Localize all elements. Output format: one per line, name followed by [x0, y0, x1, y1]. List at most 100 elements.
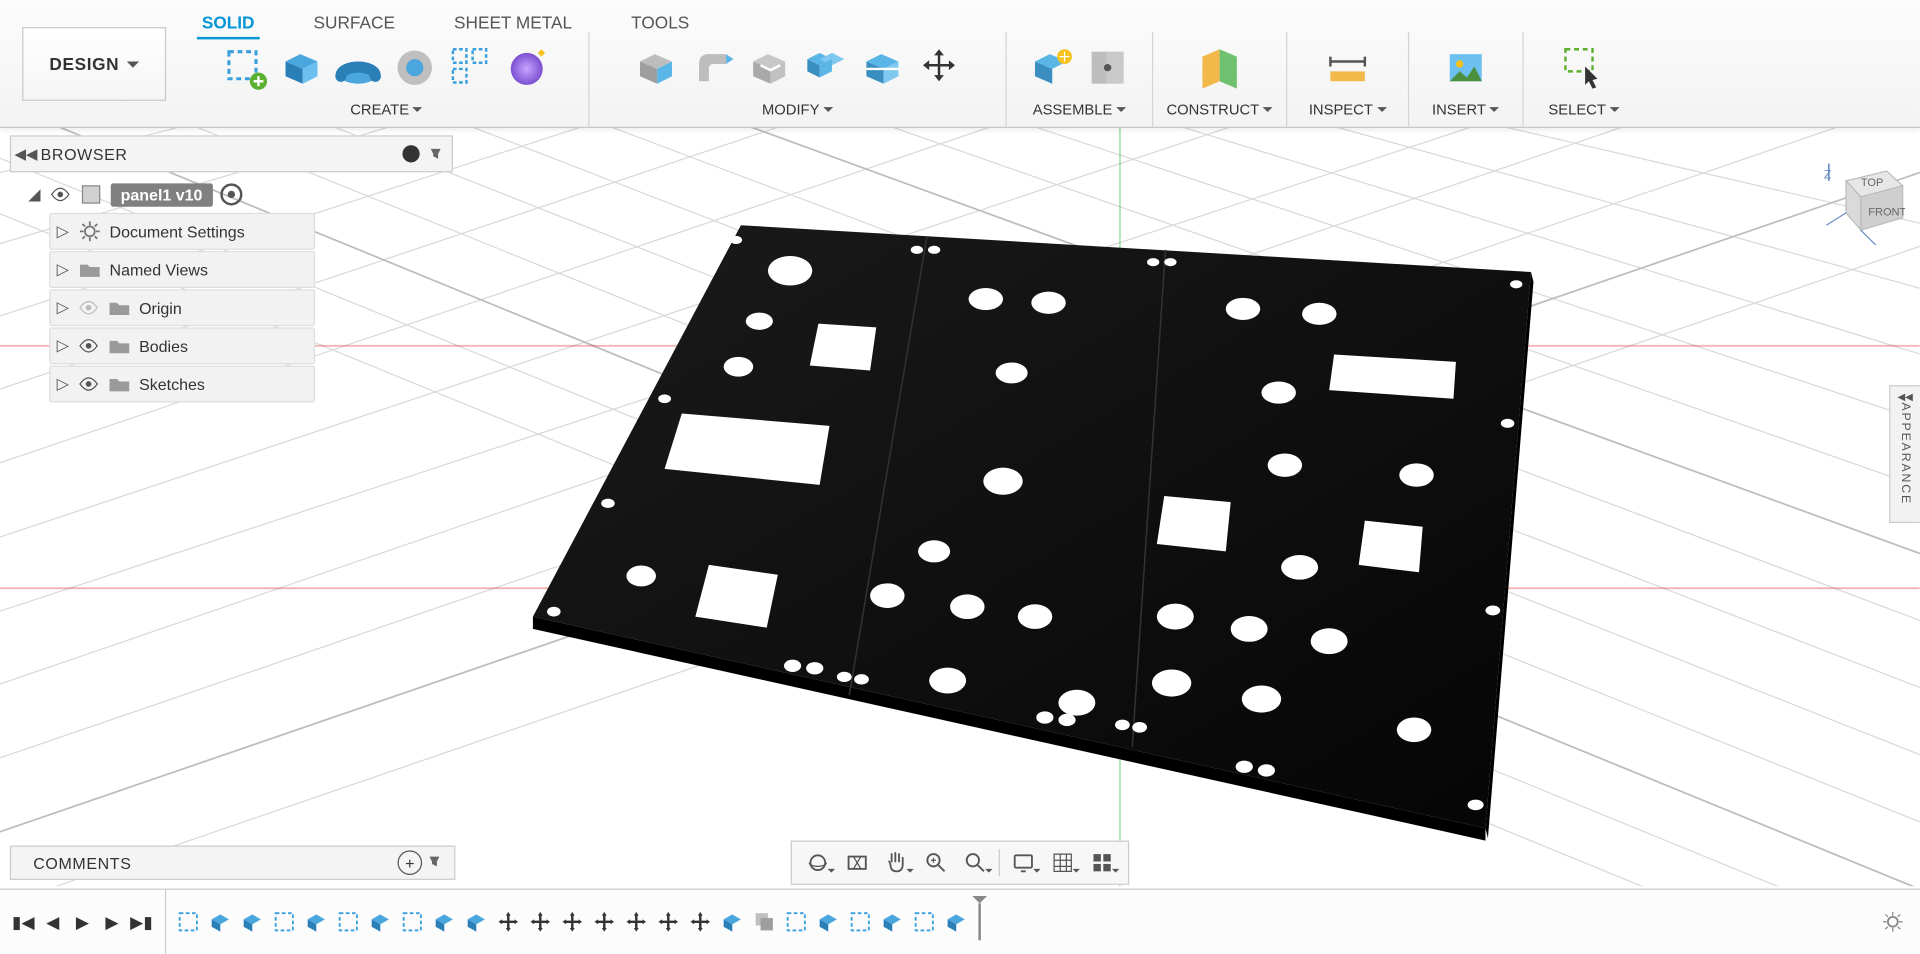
- browser-label: Bodies: [139, 337, 188, 355]
- comments-bar[interactable]: COMMENTS +: [10, 845, 456, 879]
- activate-radio-icon[interactable]: [220, 183, 242, 205]
- fillet-button[interactable]: [685, 41, 739, 95]
- appearance-tab-label: APPEARANCE: [1898, 403, 1912, 506]
- visibility-icon[interactable]: [49, 183, 71, 205]
- revolve-button[interactable]: [331, 41, 385, 95]
- timeline-settings-icon[interactable]: [1878, 907, 1908, 937]
- timeline-move-feature[interactable]: [654, 907, 684, 937]
- create-sketch-button[interactable]: [218, 41, 272, 95]
- browser-label: Named Views: [110, 260, 208, 278]
- browser-header[interactable]: ◀◀ BROWSER: [10, 135, 453, 172]
- browser-item-doc-settings[interactable]: ▷ Document Settings: [49, 213, 315, 250]
- visibility-icon[interactable]: [78, 335, 100, 357]
- select-group-label[interactable]: SELECT: [1548, 101, 1619, 118]
- timeline-sketch-feature[interactable]: [334, 907, 364, 937]
- browser-pin-icon[interactable]: [425, 145, 447, 162]
- timeline-prev-button[interactable]: ◀: [39, 908, 66, 935]
- expand-icon[interactable]: ▷: [55, 377, 70, 392]
- timeline-track[interactable]: [166, 890, 1878, 954]
- timeline-sketch-feature[interactable]: [270, 907, 300, 937]
- timeline-first-button[interactable]: ▮◀: [10, 908, 37, 935]
- timeline-extrude-feature[interactable]: [941, 907, 971, 937]
- measure-button[interactable]: [1321, 41, 1375, 95]
- timeline-sketch-feature[interactable]: [781, 907, 811, 937]
- timeline-sketch-feature[interactable]: [398, 907, 428, 937]
- display-settings-button[interactable]: [1005, 845, 1042, 879]
- timeline-extrude-feature[interactable]: [206, 907, 236, 937]
- timeline-extrude-feature[interactable]: [813, 907, 843, 937]
- timeline-next-button[interactable]: ▶: [98, 908, 125, 935]
- timeline-sketch-feature[interactable]: [909, 907, 939, 937]
- look-at-button[interactable]: [839, 845, 876, 879]
- timeline-move-feature[interactable]: [526, 907, 556, 937]
- zoom-button[interactable]: [917, 845, 954, 879]
- browser-item-bodies[interactable]: ▷ Bodies: [49, 327, 315, 364]
- pan-button[interactable]: [878, 845, 915, 879]
- construct-group-label[interactable]: CONSTRUCT: [1166, 101, 1272, 118]
- pattern-button[interactable]: [444, 41, 498, 95]
- timeline-move-feature[interactable]: [558, 907, 588, 937]
- inspect-group-label[interactable]: INSPECT: [1309, 101, 1387, 118]
- timeline-move-feature[interactable]: [590, 907, 620, 937]
- browser-item-origin[interactable]: ▷ Origin: [49, 289, 315, 326]
- browser-item-sketches[interactable]: ▷ Sketches: [49, 366, 315, 403]
- folder-icon: [107, 372, 132, 397]
- expand-icon[interactable]: ▷: [55, 262, 70, 277]
- new-component-button[interactable]: [1024, 41, 1078, 95]
- form-button[interactable]: [501, 41, 555, 95]
- timeline-extrude-feature[interactable]: [430, 907, 460, 937]
- timeline-play-button[interactable]: ▶: [69, 908, 96, 935]
- timeline-extrude-feature[interactable]: [238, 907, 268, 937]
- combine-button[interactable]: [799, 41, 853, 95]
- split-button[interactable]: [855, 41, 909, 95]
- move-button[interactable]: [912, 41, 966, 95]
- press-pull-button[interactable]: [629, 41, 683, 95]
- appearance-panel-tab[interactable]: APPEARANCE: [1889, 385, 1920, 523]
- hole-button[interactable]: [388, 41, 442, 95]
- construct-plane-button[interactable]: [1193, 41, 1247, 95]
- insert-button[interactable]: [1439, 41, 1493, 95]
- modify-group-label[interactable]: MODIFY: [762, 101, 833, 118]
- browser-options-icon[interactable]: [402, 145, 419, 162]
- joint-button[interactable]: [1081, 41, 1135, 95]
- svg-text:Z: Z: [1824, 167, 1832, 181]
- viewport-layout-button[interactable]: [1084, 845, 1121, 879]
- visibility-icon[interactable]: [78, 373, 100, 395]
- grid-settings-button[interactable]: [1044, 845, 1081, 879]
- shell-button[interactable]: [742, 41, 796, 95]
- browser-item-named-views[interactable]: ▷ Named Views: [49, 251, 315, 288]
- timeline-extrude-feature[interactable]: [877, 907, 907, 937]
- browser-root-row[interactable]: ◢ panel1 v10: [27, 177, 453, 211]
- timeline-combine-feature[interactable]: [749, 907, 779, 937]
- assemble-group-label[interactable]: ASSEMBLE: [1033, 101, 1126, 118]
- visibility-off-icon[interactable]: [78, 297, 100, 319]
- workspace-switcher[interactable]: DESIGN: [22, 27, 166, 101]
- timeline-sketch-feature[interactable]: [174, 907, 204, 937]
- timeline-end-marker[interactable]: [978, 903, 980, 940]
- viewcube[interactable]: Z TOP FRONT: [1819, 154, 1905, 250]
- expand-icon[interactable]: ▷: [55, 300, 70, 315]
- extrude-button[interactable]: [274, 41, 328, 95]
- expand-icon[interactable]: ◢: [27, 187, 42, 202]
- timeline-extrude-feature[interactable]: [366, 907, 396, 937]
- browser-collapse-icon[interactable]: ◀◀: [11, 145, 41, 162]
- timeline-move-feature[interactable]: [494, 907, 524, 937]
- fit-button[interactable]: [957, 845, 994, 879]
- select-button[interactable]: [1557, 41, 1611, 95]
- orbit-button[interactable]: [799, 845, 836, 879]
- insert-group-label[interactable]: INSERT: [1432, 101, 1499, 118]
- create-group-label[interactable]: CREATE: [350, 101, 422, 118]
- browser-root-label: panel1 v10: [111, 183, 213, 206]
- expand-icon[interactable]: ▷: [55, 338, 70, 353]
- timeline-extrude-feature[interactable]: [302, 907, 332, 937]
- comments-pin-icon[interactable]: [427, 854, 449, 871]
- timeline-sketch-feature[interactable]: [845, 907, 875, 937]
- expand-icon[interactable]: ▷: [55, 224, 70, 239]
- add-comment-icon[interactable]: +: [398, 850, 423, 875]
- timeline-move-feature[interactable]: [685, 907, 715, 937]
- timeline-move-feature[interactable]: [622, 907, 652, 937]
- timeline-extrude-feature[interactable]: [462, 907, 492, 937]
- timeline-extrude-feature[interactable]: [717, 907, 747, 937]
- model-body[interactable]: [533, 225, 1534, 840]
- timeline-last-button[interactable]: ▶▮: [128, 908, 155, 935]
